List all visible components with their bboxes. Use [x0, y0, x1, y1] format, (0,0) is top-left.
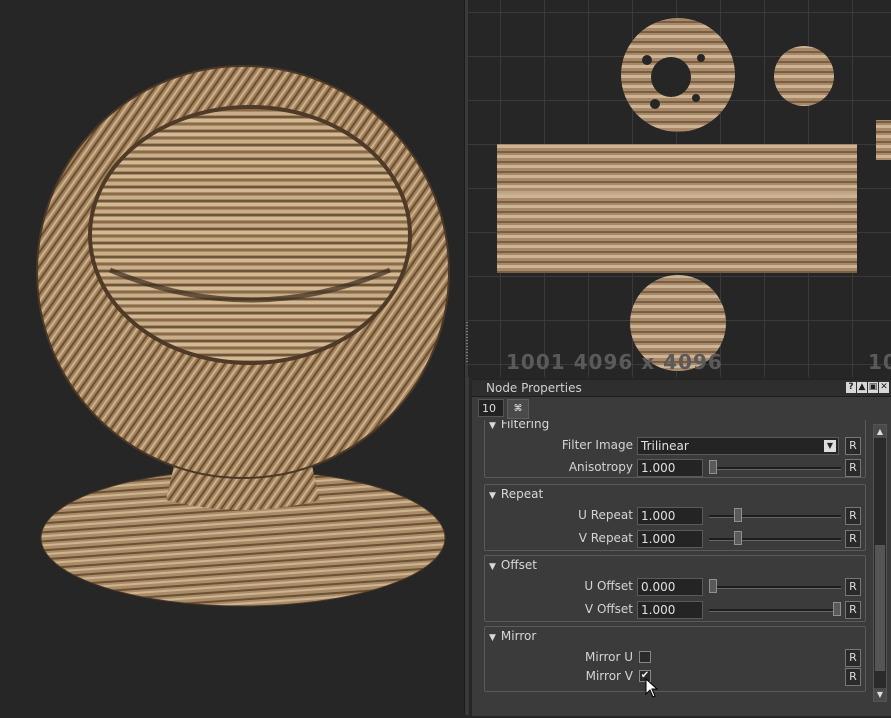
v-offset-slider[interactable]	[709, 601, 841, 619]
slider-handle[interactable]	[709, 579, 717, 593]
filter-image-label: Filter Image	[561, 438, 633, 452]
panel-title: Node Properties	[486, 381, 582, 395]
mirror-u-label: Mirror U	[585, 650, 633, 664]
filter-image-value: Trilinear	[641, 439, 689, 453]
u-repeat-label: U Repeat	[578, 508, 633, 522]
mirror-v-label: Mirror V	[585, 669, 633, 683]
u-repeat-field[interactable]: 1.000	[637, 507, 703, 525]
uv-viewport[interactable]: 1001 4096 x 4096 10	[468, 0, 891, 377]
u-repeat-slider[interactable]	[709, 507, 841, 525]
group-header-repeat[interactable]: ▼ Repeat	[489, 487, 543, 501]
reset-button[interactable]: R	[845, 649, 861, 667]
u-offset-field[interactable]: 0.000	[637, 578, 703, 596]
lock-selection-icon[interactable]: ⌘	[507, 399, 529, 419]
slider-handle[interactable]	[709, 460, 717, 474]
help-icon[interactable]: ?	[846, 382, 856, 393]
uv-tile-label: 1001 4096 x 4096	[506, 350, 723, 374]
slider-handle[interactable]	[734, 531, 742, 545]
u-offset-label: U Offset	[584, 579, 633, 593]
u-offset-slider[interactable]	[709, 578, 841, 596]
group-title: Mirror	[500, 629, 537, 643]
group-repeat: ▼ Repeat U Repeat 1.000 R V Repeat 1.000 …	[484, 484, 866, 551]
group-filtering: ▼ Filtering Filter Image Trilinear ▼ R An…	[484, 420, 866, 478]
scroll-up-icon[interactable]: ▲	[874, 425, 886, 438]
v-offset-field[interactable]: 1.000	[637, 601, 703, 619]
3d-viewport[interactable]	[0, 0, 464, 715]
collapse-triangle-icon: ▼	[489, 562, 496, 572]
scroll-down-icon[interactable]: ▼	[874, 688, 886, 701]
group-header-mirror[interactable]: ▼ Mirror	[489, 629, 536, 643]
group-offset: ▼ Offset U Offset 0.000 R V Offset 1.000 …	[484, 555, 866, 622]
collapse-triangle-icon: ▼	[489, 491, 496, 501]
mouse-cursor-icon	[645, 678, 659, 698]
anisotropy-field[interactable]: 1.000	[637, 459, 703, 477]
wood-sphere-preview	[36, 65, 450, 607]
v-offset-label: V Offset	[584, 602, 633, 616]
reset-button[interactable]: R	[845, 578, 861, 596]
group-header-filtering[interactable]: ▼ Filtering	[489, 420, 549, 431]
restore-icon[interactable]: ▣	[868, 382, 878, 393]
v-repeat-slider[interactable]	[709, 530, 841, 548]
depth-input[interactable]: 10	[478, 399, 504, 417]
slider-handle[interactable]	[833, 602, 841, 616]
node-properties-panel: Node Properties ? ▲ ▣ ✕ 10 ⌘ ▼ Filtering …	[472, 379, 891, 716]
properties-list: ▼ Filtering Filter Image Trilinear ▼ R An…	[482, 420, 868, 696]
uv-island-strip	[497, 144, 857, 273]
properties-scrollbar[interactable]: ▲ ▼	[873, 424, 887, 702]
uv-island-splat	[774, 46, 834, 106]
v-repeat-label: V Repeat	[578, 531, 633, 545]
uv-texture-islands	[497, 18, 891, 371]
panel-titlebar[interactable]: Node Properties ? ▲ ▣ ✕	[472, 380, 891, 397]
group-header-offset[interactable]: ▼ Offset	[489, 558, 537, 572]
v-repeat-field[interactable]: 1.000	[637, 530, 703, 548]
reset-button[interactable]: R	[845, 530, 861, 548]
chevron-down-icon[interactable]: ▼	[824, 440, 836, 452]
close-icon[interactable]: ✕	[879, 382, 889, 393]
reset-button[interactable]: R	[845, 668, 861, 686]
reset-button[interactable]: R	[845, 601, 861, 619]
group-title: Repeat	[500, 487, 544, 501]
filter-image-select[interactable]: Trilinear ▼	[637, 437, 839, 455]
scrollbar-thumb[interactable]	[875, 545, 885, 671]
uv-next-tile-label: 10	[868, 350, 891, 374]
slider-handle[interactable]	[734, 508, 742, 522]
collapse-triangle-icon: ▼	[489, 633, 496, 643]
group-title: Offset	[500, 558, 537, 572]
reset-button[interactable]: R	[845, 507, 861, 525]
float-icon[interactable]: ▲	[857, 382, 867, 393]
group-mirror: ▼ Mirror Mirror U R Mirror V ✔ R	[484, 626, 866, 692]
anisotropy-slider[interactable]	[709, 459, 841, 477]
reset-button[interactable]: R	[845, 459, 861, 477]
anisotropy-label: Anisotropy	[568, 460, 633, 474]
group-title: Filtering	[500, 420, 550, 431]
mirror-u-checkbox[interactable]	[639, 651, 651, 663]
collapse-triangle-icon: ▼	[489, 421, 496, 431]
reset-button[interactable]: R	[845, 437, 861, 455]
